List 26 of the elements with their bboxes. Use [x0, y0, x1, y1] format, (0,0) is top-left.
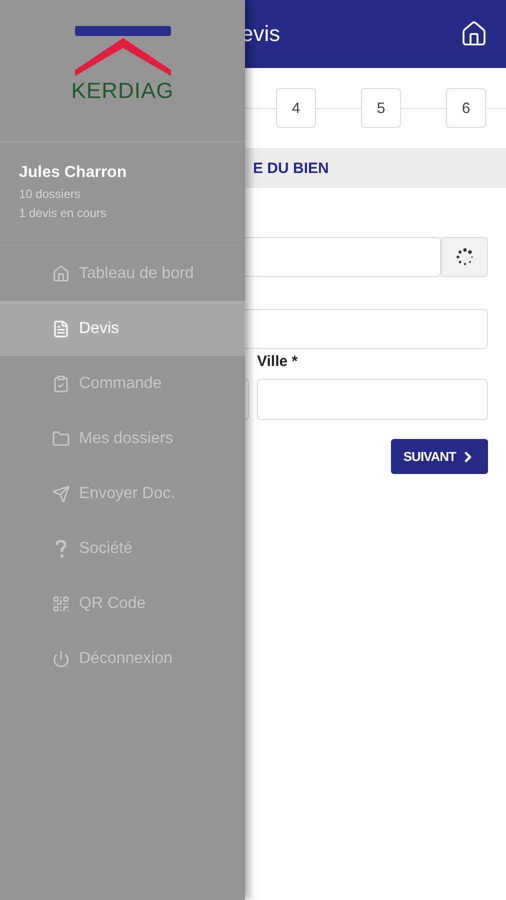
step-button[interactable]: 6	[446, 88, 486, 128]
logo-text: KERDIAG	[71, 78, 174, 104]
send-icon	[52, 484, 70, 502]
document-icon	[52, 320, 70, 338]
loading-button[interactable]	[441, 237, 488, 277]
input-field[interactable]	[245, 309, 488, 349]
user-info: 1 devis en cours	[19, 206, 108, 220]
home-icon	[52, 264, 70, 282]
city-field[interactable]	[257, 379, 488, 420]
folder-icon	[52, 430, 70, 448]
menu-item[interactable]: Devis	[0, 301, 245, 356]
section-header: E DU BIEN	[245, 148, 506, 188]
input-field[interactable]	[245, 237, 441, 277]
logo-icon	[74, 26, 170, 76]
field-label: Ville *	[257, 353, 299, 370]
user-info: 10 dossiers	[19, 187, 82, 201]
step-button[interactable]: 4	[276, 88, 316, 128]
user-name: Jules Charron	[19, 164, 128, 182]
clipboard-check-icon	[52, 374, 70, 392]
next-button[interactable]: SUIVANT	[391, 439, 488, 474]
step-button[interactable]: 5	[361, 88, 401, 128]
home-icon[interactable]	[460, 20, 488, 48]
input-field[interactable]	[245, 379, 249, 420]
qr-code-icon	[52, 594, 70, 612]
spinner-icon	[456, 248, 474, 266]
power-icon	[52, 650, 70, 668]
